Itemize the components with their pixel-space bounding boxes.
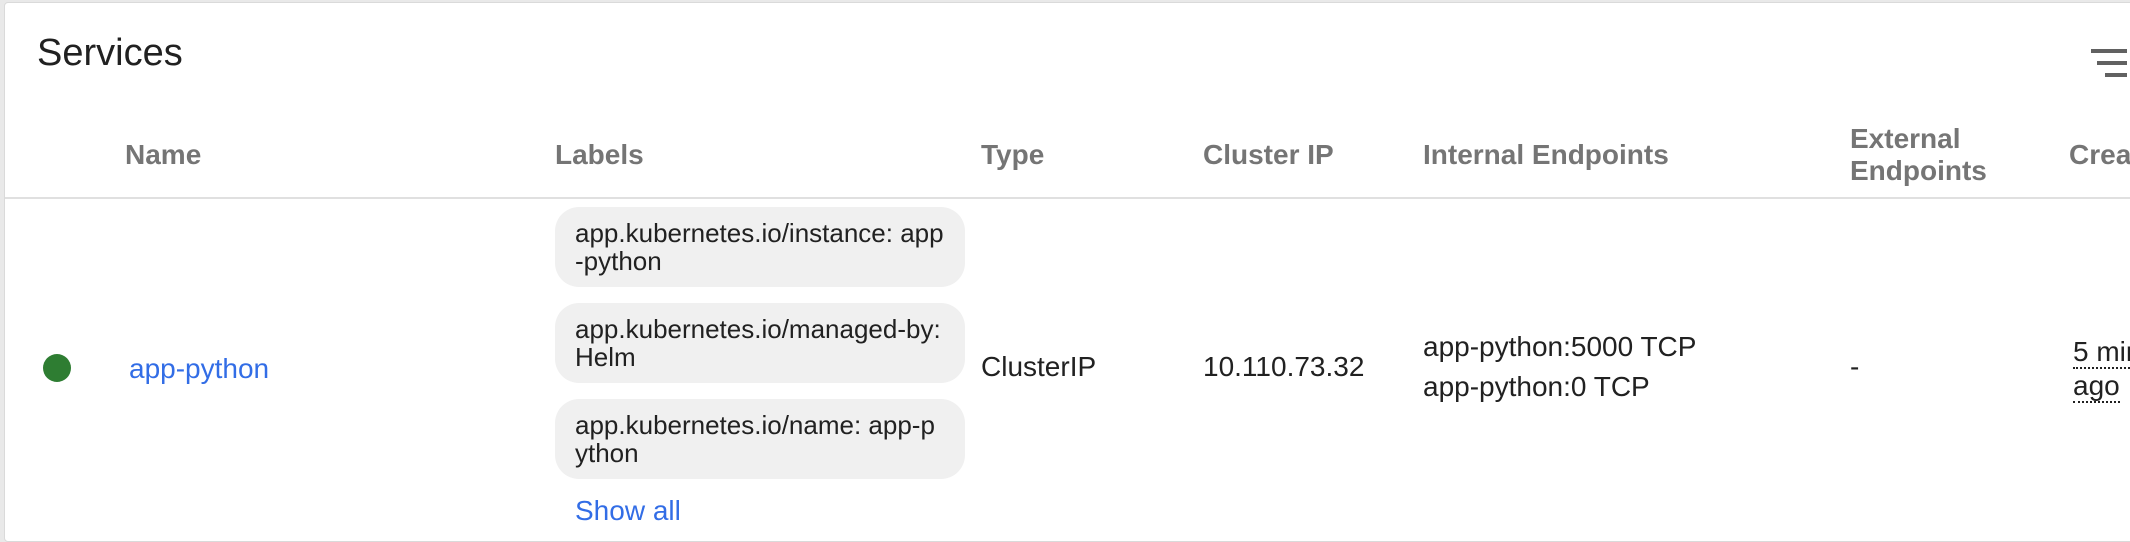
column-header-external-endpoints: External Endpoints [1850, 123, 1987, 187]
cluster-ip: 10.110.73.32 [1203, 351, 1365, 382]
services-card: Services Name Labels Type Cluster IP Int… [4, 2, 2130, 542]
column-header-created[interactable]: Creat [2069, 139, 2130, 171]
created-age: 5 min ago [2073, 335, 2130, 403]
external-endpoints: - [1850, 351, 1860, 382]
table-row: app-python app.kubernetes.io/instance: a… [5, 199, 2130, 539]
created-age-line2: ago [2073, 370, 2120, 403]
filter-list-icon[interactable] [2087, 43, 2127, 83]
column-header-internal-endpoints: Internal Endpoints [1423, 139, 1669, 170]
card-title: Services [37, 32, 183, 74]
status-running-icon [43, 354, 71, 382]
column-header-name[interactable]: Name [125, 139, 201, 171]
created-age-line1: 5 min [2073, 336, 2130, 369]
label-chip: app.kubernetes.io/managed-by: Helm [555, 303, 965, 383]
label-chip: app.kubernetes.io/name: app-python [555, 399, 965, 479]
column-header-type: Type [981, 139, 1045, 170]
show-all-labels-link[interactable]: Show all [575, 495, 681, 527]
internal-endpoint: app-python:5000 TCP [1423, 331, 1697, 362]
service-type: ClusterIP [981, 351, 1097, 382]
column-header-labels: Labels [555, 139, 644, 170]
service-name-link[interactable]: app-python [129, 353, 269, 385]
internal-endpoint: app-python:0 TCP [1423, 371, 1650, 402]
table-header-row: Name Labels Type Cluster IP Internal End… [5, 115, 2130, 199]
column-header-external-endpoints-line2: Endpoints [1850, 155, 1987, 186]
column-header-external-endpoints-line1: External [1850, 123, 1961, 154]
column-header-cluster-ip: Cluster IP [1203, 139, 1334, 170]
label-chip: app.kubernetes.io/instance: app-python [555, 207, 965, 287]
